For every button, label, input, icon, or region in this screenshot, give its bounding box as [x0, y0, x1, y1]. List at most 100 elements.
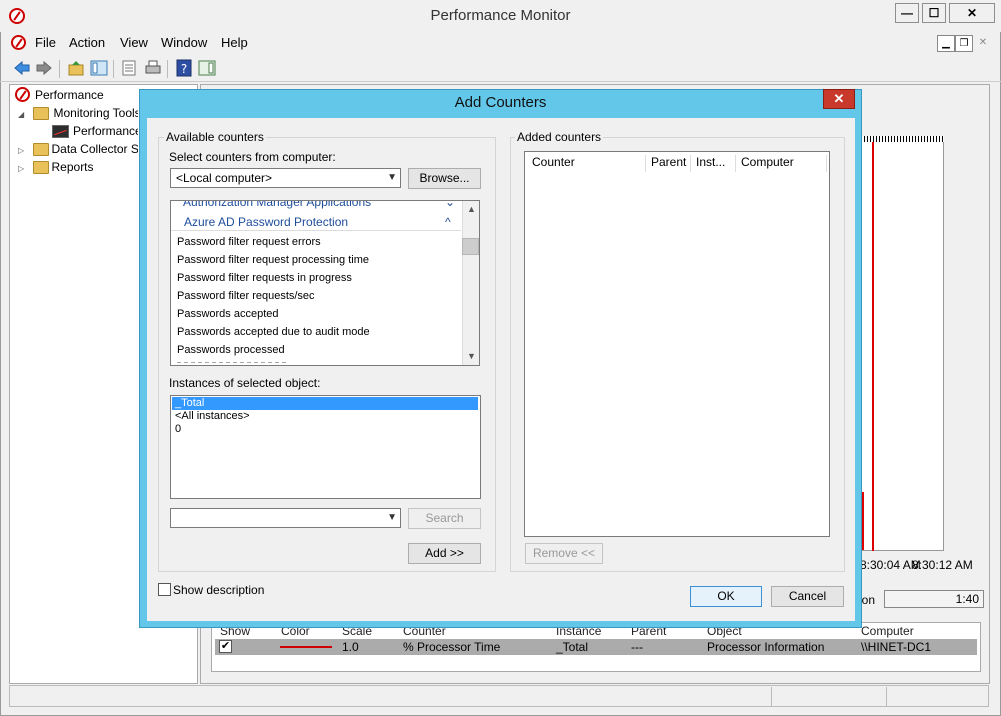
- window-title: Performance Monitor: [430, 7, 571, 24]
- chevron-down-icon[interactable]: ▼: [387, 169, 397, 187]
- tree-item-label: Performance Monitor: [73, 124, 138, 138]
- expanded-arrow-icon[interactable]: ◢: [18, 110, 24, 119]
- menu-action[interactable]: Action: [69, 35, 105, 50]
- counter-list-scrollbar[interactable]: ▲ ▼: [462, 201, 479, 365]
- reports-folder-icon: [33, 161, 49, 174]
- mdi-restore-button[interactable]: ❐: [955, 35, 973, 52]
- list-item[interactable]: Password filter requests in progress: [177, 272, 352, 284]
- col-header-computer[interactable]: Computer: [735, 155, 827, 172]
- list-item[interactable]: Passwords accepted due to audit mode: [177, 326, 370, 338]
- folder-icon: [33, 143, 49, 156]
- list-item[interactable]: Passwords processed: [177, 344, 285, 356]
- graph-area[interactable]: [858, 136, 944, 551]
- menu-file[interactable]: File: [35, 35, 56, 50]
- cell-object: Processor Information: [707, 640, 825, 654]
- close-button[interactable]: ✕: [949, 3, 995, 23]
- show-description-label[interactable]: Show description: [173, 583, 264, 597]
- help-icon[interactable]: ?: [175, 59, 193, 77]
- mdi-minimize-button[interactable]: ▁: [937, 35, 955, 52]
- added-counters-list[interactable]: [524, 151, 830, 537]
- list-item[interactable]: Password filter request processing time: [177, 254, 369, 266]
- graph-line-segment: [862, 492, 864, 550]
- list-item-category-clipped[interactable]: Authorization Manager Applications ⌄: [171, 201, 461, 209]
- menu-window[interactable]: Window: [161, 35, 207, 50]
- list-item-category[interactable]: Azure AD Password Protection ^: [171, 213, 461, 231]
- print-icon[interactable]: [144, 59, 162, 77]
- tree-item-performance[interactable]: Performance: [13, 86, 104, 104]
- collapsed-arrow-icon[interactable]: ▷: [18, 164, 24, 173]
- ok-button[interactable]: OK: [690, 586, 762, 607]
- instance-item-selected[interactable]: _Total: [172, 397, 478, 410]
- added-counters-label: Added counters: [515, 130, 604, 144]
- col-header-counter[interactable]: Counter: [526, 155, 646, 172]
- cancel-button[interactable]: Cancel: [771, 586, 844, 607]
- add-button[interactable]: Add >>: [408, 543, 481, 564]
- tree-item-label: Data Collector Sets: [51, 142, 139, 156]
- chevron-down-icon[interactable]: ▼: [387, 509, 397, 527]
- list-item[interactable]: Password filter request errors: [177, 236, 321, 248]
- tree-item-data-collector-sets[interactable]: ▷ Data Collector Sets: [18, 140, 138, 158]
- cell-counter: % Processor Time: [403, 640, 501, 654]
- collapse-chevron-icon[interactable]: ^: [445, 215, 451, 229]
- mdi-close-button[interactable]: ✕: [974, 35, 992, 52]
- up-folder-icon[interactable]: [67, 59, 85, 77]
- instance-item[interactable]: <All instances>: [172, 410, 478, 423]
- scroll-down-icon[interactable]: ▼: [463, 348, 480, 365]
- show-checkbox[interactable]: ✔: [219, 640, 232, 653]
- browse-button[interactable]: Browse...: [408, 168, 481, 189]
- list-item[interactable]: Password filter requests/sec: [177, 290, 315, 302]
- list-item[interactable]: Passwords accepted: [177, 308, 279, 320]
- select-computer-label: Select counters from computer:: [169, 150, 336, 164]
- title-bar[interactable]: Performance Monitor: [0, 0, 1001, 32]
- graph-time-label: 8:30:12 AM: [912, 558, 973, 572]
- computer-combobox-value: <Local computer>: [176, 171, 273, 185]
- dialog-close-button[interactable]: ✕: [823, 89, 855, 109]
- tree-item-reports[interactable]: ▷ Reports: [18, 158, 138, 176]
- available-counters-label: Available counters: [164, 130, 266, 144]
- properties-icon[interactable]: [120, 59, 138, 77]
- remove-button[interactable]: Remove <<: [525, 543, 603, 564]
- scroll-up-icon[interactable]: ▲: [463, 201, 480, 218]
- menu-bar: File Action View Window Help: [0, 33, 1001, 53]
- cell-parent: ---: [631, 640, 643, 654]
- color-swatch: [280, 646, 332, 648]
- col-header-computer[interactable]: Computer: [861, 624, 914, 638]
- cell-computer: \\HINET-DC1: [861, 640, 932, 654]
- expand-chevron-icon[interactable]: ⌄: [445, 201, 455, 209]
- search-button[interactable]: Search: [408, 508, 481, 529]
- collapsed-arrow-icon[interactable]: ▷: [18, 146, 24, 155]
- back-arrow-icon[interactable]: [13, 59, 31, 77]
- col-header-instance[interactable]: Inst...: [690, 155, 736, 172]
- minimize-button[interactable]: —: [895, 3, 919, 23]
- maximize-button[interactable]: ☐: [922, 3, 946, 23]
- folder-icon: [33, 107, 49, 120]
- col-header-parent[interactable]: Parent: [645, 155, 691, 172]
- show-description-checkbox[interactable]: [158, 583, 171, 596]
- instance-item[interactable]: 0: [172, 423, 478, 436]
- search-combobox[interactable]: ▼: [170, 508, 401, 528]
- list-item-clipped: [177, 362, 297, 365]
- forward-arrow-icon[interactable]: [35, 59, 53, 77]
- menu-view[interactable]: View: [120, 35, 148, 50]
- computer-combobox[interactable]: <Local computer> ▼: [170, 168, 401, 188]
- menu-help[interactable]: Help: [221, 35, 248, 50]
- cell-scale: 1.0: [342, 640, 359, 654]
- tree-item-label: Performance: [35, 88, 104, 102]
- instances-label: Instances of selected object:: [169, 376, 321, 390]
- scrollbar-thumb[interactable]: [462, 238, 479, 255]
- show-hide-action-pane-icon[interactable]: [198, 59, 216, 77]
- performance-monitor-icon: [52, 125, 69, 138]
- tree-item-performance-monitor[interactable]: Performance Monitor: [52, 122, 138, 140]
- toolbar-separator: [59, 60, 60, 78]
- graph-line-marker: [872, 142, 874, 551]
- status-separator: [886, 687, 887, 706]
- status-separator: [771, 687, 772, 706]
- toolbar-separator: [113, 60, 114, 78]
- menu-app-icon[interactable]: [11, 35, 26, 50]
- show-hide-console-tree-icon[interactable]: [90, 59, 108, 77]
- graph-time-bar: [858, 136, 944, 142]
- dialog-title: Add Counters: [454, 94, 547, 111]
- tree-item-monitoring-tools[interactable]: ◢ Monitoring Tools: [18, 104, 138, 122]
- status-bar: [9, 685, 989, 707]
- tree-item-label: Reports: [51, 160, 94, 174]
